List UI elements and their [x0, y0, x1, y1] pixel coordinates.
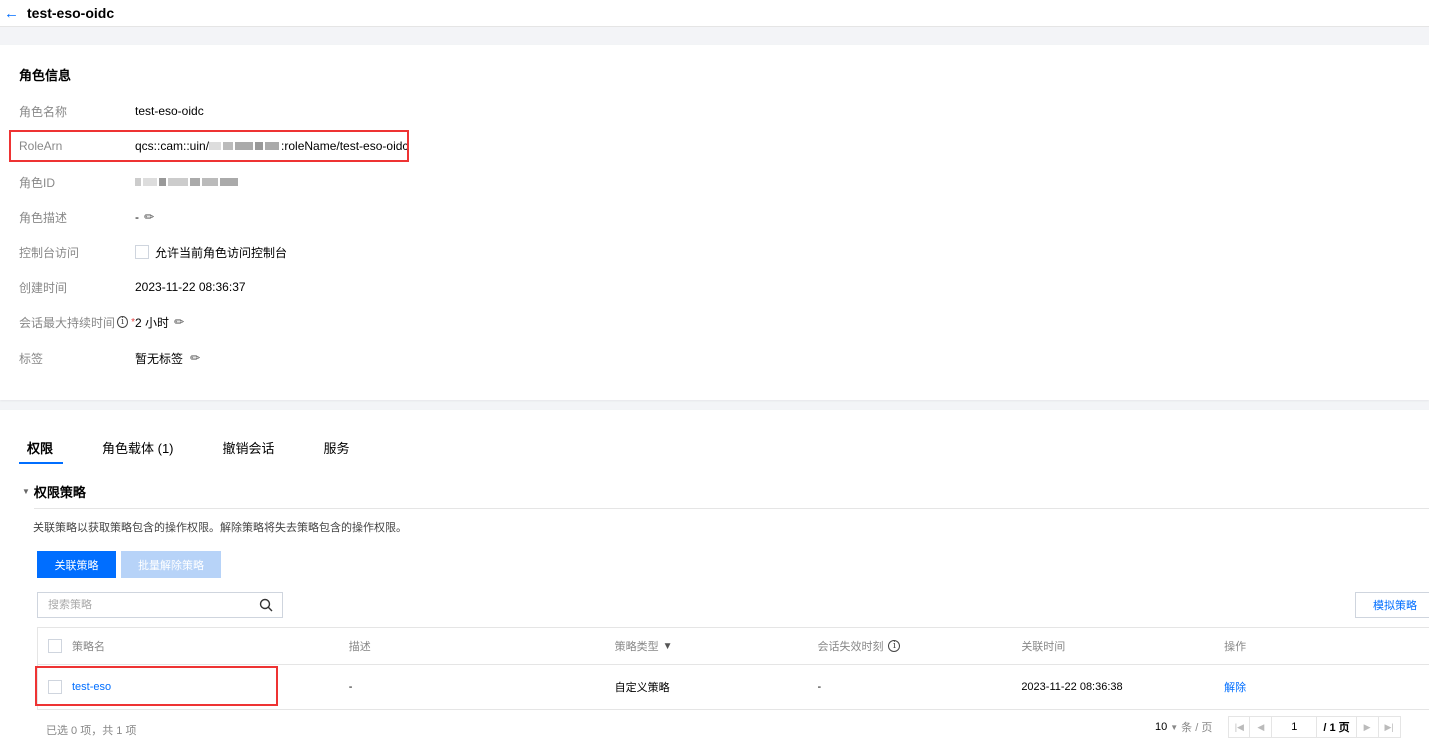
- role-id-row: 角色ID: [19, 172, 240, 192]
- section-title: 角色信息: [19, 68, 72, 83]
- role-desc-row: 角色描述 - ✏: [19, 207, 154, 227]
- page-header: ← test-eso-oidc: [0, 0, 1429, 27]
- field-label: 角色描述: [19, 210, 68, 225]
- role-name-value: test-eso-oidc: [135, 104, 204, 118]
- total-pages: / 1 页: [1316, 716, 1357, 738]
- caret-down-icon: ▼: [22, 487, 30, 496]
- column-header: 操作: [1224, 641, 1247, 653]
- row-checkbox[interactable]: [48, 680, 62, 694]
- policy-search: [37, 592, 283, 618]
- field-label: 控制台访问: [19, 245, 80, 260]
- permissions-card: 权限 角色载体 (1) 撤销会话 服务 ▼ 权限策略 关联策略以获取策略包含的操…: [0, 410, 1429, 742]
- simulate-policy-button[interactable]: 模拟策略: [1355, 592, 1429, 618]
- role-desc-value: -: [135, 210, 139, 224]
- info-icon[interactable]: i: [117, 316, 129, 328]
- session-duration-row: 会话最大持续时间 i * 2 小时 ✏: [19, 312, 184, 332]
- search-input[interactable]: [48, 599, 248, 611]
- next-page-icon[interactable]: ▶: [1356, 716, 1379, 738]
- search-icon[interactable]: [259, 598, 273, 612]
- pencil-icon[interactable]: ✏: [144, 210, 154, 224]
- page-input[interactable]: [1272, 716, 1317, 738]
- console-access-row: 控制台访问 允许当前角色访问控制台: [19, 242, 287, 262]
- tab-bar: 权限 角色载体 (1) 撤销会话 服务: [17, 438, 387, 464]
- column-header: 描述: [348, 641, 371, 653]
- arrow-left-icon[interactable]: ←: [4, 6, 19, 21]
- field-label: 会话最大持续时间: [19, 315, 116, 330]
- policy-section-title: 权限策略: [33, 485, 86, 500]
- role-name-row: 角色名称 test-eso-oidc: [19, 101, 204, 121]
- table-header: 策略名 描述 策略类型 ▼ 会话失效时刻 i 关联时间 操作: [38, 628, 1429, 665]
- policy-name-link[interactable]: test-eso: [72, 681, 111, 693]
- pagination: 10 ▼ 条 / 页 |◀ ◀ / 1 页 ▶ ▶|: [1155, 716, 1401, 738]
- field-label: RoleArn: [19, 139, 63, 153]
- filter-icon[interactable]: ▼: [663, 641, 673, 652]
- selection-summary: 已选 0 项，共 1 项: [46, 725, 137, 737]
- masked-role-id: [135, 178, 240, 186]
- policy-type: 自定义策略: [614, 682, 670, 694]
- tags-row: 标签 暂无标签 ✏: [19, 348, 200, 368]
- caret-down-icon: ▼: [1170, 722, 1179, 732]
- checkbox-label: 允许当前角色访问控制台: [155, 245, 288, 260]
- policy-table: 策略名 描述 策略类型 ▼ 会话失效时刻 i 关联时间 操作 test-eso …: [37, 627, 1429, 710]
- detach-link[interactable]: 解除: [1224, 679, 1246, 695]
- arn-prefix: qcs::cam::uin/: [135, 139, 210, 153]
- attach-time: 2023-11-22 08:36:38: [1021, 681, 1123, 693]
- policy-section-toggle[interactable]: ▼ 权限策略: [22, 482, 86, 501]
- column-header: 策略名: [72, 641, 105, 653]
- prev-page-icon[interactable]: ◀: [1250, 716, 1273, 738]
- role-arn-row: RoleArn qcs::cam::uin/ :roleName/test-es…: [19, 136, 408, 156]
- role-info-card: 角色信息 角色名称 test-eso-oidc RoleArn qcs::cam…: [0, 45, 1429, 400]
- divider: [34, 508, 1429, 509]
- policy-desc: -: [348, 681, 353, 693]
- tab-service[interactable]: 服务: [312, 438, 362, 464]
- page-size-value: 10: [1155, 721, 1168, 733]
- tags-value: 暂无标签: [135, 351, 184, 366]
- tab-role-carrier[interactable]: 角色载体 (1): [90, 438, 186, 464]
- last-page-icon[interactable]: ▶|: [1378, 716, 1401, 738]
- arn-suffix: :roleName/test-eso-oidc: [281, 139, 409, 153]
- column-header: 关联时间: [1021, 641, 1066, 653]
- pencil-icon[interactable]: ✏: [174, 315, 184, 329]
- page-size-select[interactable]: 10 ▼: [1155, 721, 1178, 733]
- info-icon[interactable]: i: [888, 640, 901, 652]
- batch-detach-button: 批量解除策略: [121, 551, 221, 578]
- first-page-icon[interactable]: |◀: [1228, 716, 1251, 738]
- tab-permissions[interactable]: 权限: [17, 438, 65, 464]
- column-header: 策略类型: [614, 641, 659, 653]
- console-access-checkbox[interactable]: [135, 245, 149, 259]
- masked-uin: [209, 142, 281, 150]
- per-page-label: 条 / 页: [1181, 722, 1213, 734]
- select-all-checkbox[interactable]: [48, 639, 62, 653]
- tab-revoke-session[interactable]: 撤销会话: [211, 438, 287, 464]
- policy-description: 关联策略以获取策略包含的操作权限。解除策略将失去策略包含的操作权限。: [33, 522, 407, 534]
- role-arn-value: qcs::cam::uin/ :roleName/test-eso-oidc: [135, 139, 408, 153]
- session-duration-value: 2 小时: [135, 315, 170, 330]
- session-expire: -: [817, 681, 822, 693]
- column-header: 会话失效时刻: [817, 641, 884, 653]
- table-row: test-eso - 自定义策略 - 2023-11-22 08:36:38 解…: [38, 665, 1429, 709]
- created-time-value: 2023-11-22 08:36:37: [135, 280, 246, 294]
- pencil-icon[interactable]: ✏: [190, 351, 200, 365]
- field-label: 角色ID: [19, 175, 56, 190]
- attach-policy-button[interactable]: 关联策略: [37, 551, 116, 578]
- created-time-row: 创建时间 2023-11-22 08:36:37: [19, 277, 246, 297]
- field-label: 创建时间: [19, 280, 68, 295]
- field-label: 角色名称: [19, 104, 68, 119]
- page-title: test-eso-oidc: [27, 5, 115, 21]
- field-label: 标签: [19, 351, 44, 366]
